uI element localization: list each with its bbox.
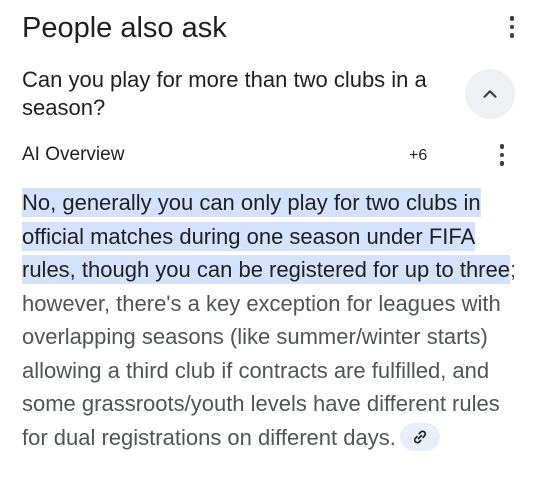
- more-vert-icon[interactable]: [502, 12, 522, 42]
- answer-highlight: No, generally you can only play for two …: [22, 188, 510, 284]
- source-count[interactable]: +6: [409, 146, 427, 166]
- collapse-button[interactable]: [465, 69, 515, 119]
- section-title: People also ask: [22, 12, 227, 44]
- ai-answer: No, generally you can only play for two …: [22, 186, 518, 454]
- more-vert-icon[interactable]: [492, 140, 512, 170]
- link-icon: [413, 430, 426, 444]
- question-text[interactable]: Can you play for more than two clubs in …: [22, 66, 442, 122]
- chevron-up-icon: [483, 90, 497, 98]
- answer-body: ; however, there's a key exception for l…: [22, 257, 517, 450]
- ai-overview-row: AI Overview +6: [22, 140, 518, 170]
- source-link-button[interactable]: [399, 422, 440, 451]
- paa-header: People also ask: [22, 6, 522, 46]
- ai-overview-label: AI Overview: [22, 144, 125, 165]
